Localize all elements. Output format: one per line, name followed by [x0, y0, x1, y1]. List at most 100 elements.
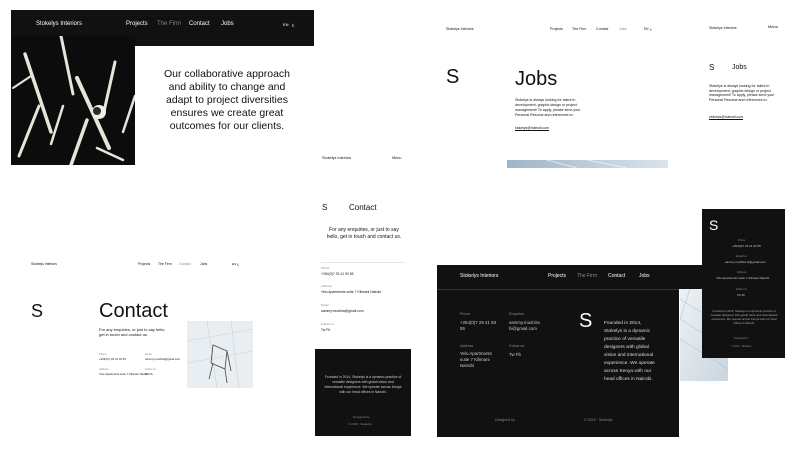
footer-about: Founded in 2014, Stokelys is a dynamic p…: [604, 321, 655, 382]
firm-footer-panel: Stokelys Interiors Projects The Firm Con…: [437, 265, 702, 437]
social-links[interactable]: Tw Fb: [145, 372, 153, 376]
jobs-body: Stokelys is always looking for talent in…: [515, 98, 581, 117]
brand-logo[interactable]: Stokelys Interiors: [709, 26, 737, 30]
address-value: Yelu Apartments suite 7 Kilimani Nairobi: [460, 351, 492, 368]
follow-label: Follow us: [509, 344, 525, 348]
social-links[interactable]: Tw Fb: [509, 352, 521, 357]
lang-ar[interactable]: ع: [292, 22, 294, 27]
logo-mark: S: [579, 310, 593, 332]
copyright: © 2015 · Stokelys: [348, 422, 372, 426]
social-links[interactable]: Tw Fb: [737, 293, 745, 297]
footer-about: Founded in 2014, Stokelys is a dynamic p…: [710, 309, 778, 325]
designed-by: Designed by: [353, 415, 370, 419]
divider: [321, 262, 405, 263]
logo-mark: S: [709, 63, 715, 72]
footer: Founded in 2014, Stokelys is a dynamic p…: [315, 349, 411, 436]
brand-logo[interactable]: Stokelys Interiors: [36, 21, 82, 27]
contact-intro: For any enquiries, or just to say hello,…: [326, 227, 402, 240]
follow-label: Follow us: [736, 288, 747, 291]
nav-projects[interactable]: Projects: [550, 27, 563, 31]
field-label: Address: [99, 368, 109, 371]
field-label: Email: [145, 353, 152, 356]
nav-contact[interactable]: Contact: [596, 27, 608, 31]
menu-button[interactable]: Menu: [392, 156, 402, 160]
designed-by: Designed by: [734, 337, 749, 340]
logo-mark: S: [322, 203, 328, 212]
jobs-email[interactable]: stokelys@hotmail.com: [709, 115, 743, 119]
brand-logo[interactable]: Stokelys Interiors: [31, 262, 57, 266]
phone-label: Phone: [460, 312, 471, 316]
contact-heading: Contact: [99, 300, 168, 322]
email-value[interactable]: sammy.mushira@gmail.com: [321, 309, 364, 313]
header: Stokelys Interiors Projects The Firm Con…: [437, 265, 702, 289]
lang-en[interactable]: EN: [232, 262, 236, 266]
phone-label: Phone: [738, 239, 746, 242]
nav-jobs[interactable]: Jobs: [221, 21, 234, 27]
jobs-panel: Stokelys Interiors Projects The Firm Con…: [438, 20, 668, 168]
phone-value: +254(0)7 29 41 93 55: [732, 244, 761, 248]
nav-the-firm[interactable]: The Firm: [157, 21, 181, 27]
nav-jobs[interactable]: Jobs: [619, 27, 627, 31]
matches-photo: [11, 36, 135, 165]
jobs-mobile-panel: Stokelys Interiors Menu S Jobs Stokelys …: [703, 20, 785, 130]
nav-projects[interactable]: Projects: [126, 21, 148, 27]
field-label: Address: [321, 284, 333, 288]
address-value: Yelu Apartments suite 7 Kilimani Nairobi: [716, 276, 770, 280]
nav-the-firm[interactable]: The Firm: [572, 27, 586, 31]
nav-contact[interactable]: Contact: [189, 21, 210, 27]
menu-button[interactable]: Menu: [768, 24, 778, 29]
phone-value: +254(0)7 29 41 93 55: [460, 320, 497, 331]
lang-en[interactable]: EN: [644, 27, 648, 31]
nav-projects[interactable]: Projects: [138, 262, 150, 266]
social-links[interactable]: Tw Fb: [321, 328, 330, 332]
jobs-email[interactable]: stokelys@hotmail.com: [515, 126, 549, 130]
brand-logo[interactable]: Stokelys Interiors: [460, 273, 498, 279]
field-label: Phone: [321, 266, 330, 270]
chair-photo: [187, 321, 253, 388]
phone-value: +254(0)7 29 41 93 55: [321, 272, 354, 276]
jobs-heading: Jobs: [732, 64, 747, 71]
address-value: Yelu Apartments suite 7 Kilimani Nairobi: [321, 290, 381, 294]
nav-projects[interactable]: Projects: [548, 273, 566, 279]
sky-photo: [507, 160, 668, 168]
brand-logo[interactable]: Stokelys Interiors: [446, 27, 474, 31]
nav-jobs[interactable]: Jobs: [200, 262, 207, 266]
copyright: © 2015 · Stokelys: [584, 418, 613, 422]
contact-intro: For any enquiries, or just to say hello,…: [99, 327, 166, 337]
nav-the-firm[interactable]: The Firm: [158, 262, 172, 266]
address-value: Yelu Apartments suite 7 Kilimani Nairobi: [99, 372, 149, 376]
address-label: Address: [737, 271, 747, 274]
enquiries-value[interactable]: sammy.mushira hi@gmail.com: [509, 320, 549, 332]
phone-value: +254(0)7 29 41 93 55: [99, 357, 126, 361]
lang-ar[interactable]: ع: [237, 262, 239, 266]
field-label: Follow us: [321, 322, 334, 326]
field-label: Email: [321, 303, 329, 307]
nav-jobs[interactable]: Jobs: [639, 273, 650, 279]
nav-contact[interactable]: Contact: [608, 273, 625, 279]
copyright: © 2015 · Stokelys: [731, 345, 752, 348]
contact-heading: Contact: [349, 203, 377, 212]
nav-contact[interactable]: Contact: [179, 262, 191, 266]
address-label: Address: [460, 344, 474, 348]
field-label: Follow us: [145, 368, 156, 371]
logo-mark: S: [31, 301, 44, 321]
contact-panel: Stokelys Interiors Projects The Firm Con…: [25, 255, 270, 388]
lang-ar[interactable]: ع: [650, 27, 652, 31]
firm-statement: Our collaborative approach and ability t…: [163, 68, 291, 132]
logo-mark: S: [709, 217, 719, 233]
contact-mobile-panel: Stokelys Interiors Menu S Contact For an…: [315, 150, 411, 440]
footer: Phone +254(0)7 29 41 93 55 Enquiries sam…: [437, 290, 679, 437]
enquiries-value[interactable]: sammy.mushira hi@gmail.com: [725, 260, 766, 264]
lang-en[interactable]: EN: [283, 22, 289, 27]
email-value[interactable]: sammy.mushira@gmail.com: [145, 357, 180, 361]
firm-panel: Stokelys Interiors Projects The Firm Con…: [11, 10, 314, 165]
footer-about: Founded in 2014, Stokelys is a dynamic p…: [324, 375, 402, 394]
nav-the-firm[interactable]: The Firm: [577, 273, 597, 279]
jobs-body: Stokelys is always looking for talent in…: [709, 84, 775, 102]
logo-mark: S: [446, 66, 460, 88]
jobs-heading: Jobs: [515, 68, 558, 90]
footer-mobile-panel: S Phone +254(0)7 29 41 93 55 Enquiries s…: [702, 209, 785, 358]
enquiries-label: Enquiries: [509, 312, 524, 316]
brand-logo[interactable]: Stokelys Interiors: [322, 156, 351, 160]
designed-by: Designed by: [495, 418, 515, 422]
